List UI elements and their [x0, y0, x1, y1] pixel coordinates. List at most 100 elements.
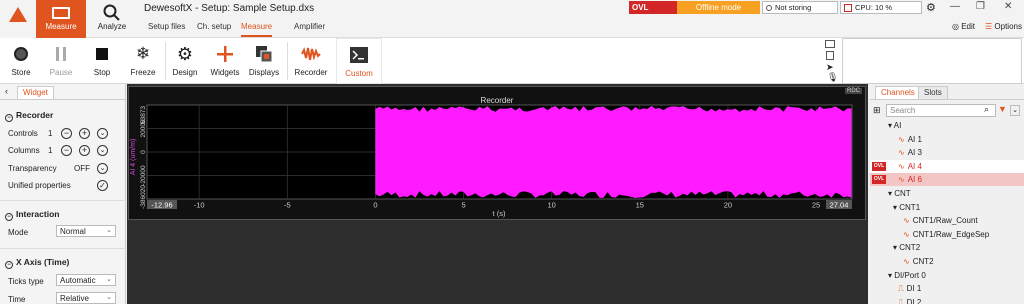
- chevron-down-icon: ⌄: [106, 227, 112, 234]
- widget-properties-panel: ‹ Widget − Recorder Controls 1 − + ⌄ Colu…: [0, 84, 126, 304]
- analyze-mode-button[interactable]: Analyze: [92, 0, 132, 38]
- plus-icon: [217, 46, 233, 62]
- recorder-plot[interactable]: 53873200000-20000-386020 -10 -5 0 5 10 15 20 25…: [129, 87, 867, 221]
- x-tick-label: 15: [636, 201, 644, 210]
- compass-icon: ◎: [952, 22, 959, 31]
- options-list-icon: ☰: [985, 22, 993, 31]
- waveform-icon: [301, 47, 321, 61]
- measure-mode-button[interactable]: Measure: [36, 0, 86, 38]
- tree-item-label: CNT: [894, 189, 911, 198]
- channel-item[interactable]: ⎍ DI 1: [870, 282, 1024, 295]
- analog-wave-icon: ∿: [898, 175, 905, 185]
- recorder-section-header[interactable]: − Recorder: [5, 110, 53, 122]
- transparency-dropdown-button[interactable]: ⌄: [97, 163, 108, 174]
- ovl-badge[interactable]: OVL: [629, 1, 677, 14]
- channel-search-input[interactable]: Search: [886, 104, 996, 117]
- analog-wave-icon: ∿: [903, 216, 910, 226]
- tree-item-label: AI 6: [907, 175, 922, 185]
- recorder-button[interactable]: Recorder: [290, 38, 332, 84]
- design-gear-icon: ⚙: [176, 44, 194, 64]
- tab-amplifier[interactable]: Amplifier: [294, 22, 325, 31]
- options-button[interactable]: ☰ Options: [985, 22, 1022, 31]
- displays-button[interactable]: Displays: [245, 38, 283, 84]
- offline-mode-badge[interactable]: Offline mode: [677, 1, 760, 14]
- transparency-value: OFF: [74, 164, 90, 173]
- controls-minus-button[interactable]: −: [61, 128, 72, 139]
- pause-icon: [56, 47, 66, 61]
- tree-item-label: CNT2: [912, 257, 934, 266]
- channel-item[interactable]: ∿ CNT1/Raw_EdgeSep: [870, 228, 1024, 241]
- design-button[interactable]: ⚙ Design: [167, 38, 203, 84]
- controls-dropdown-button[interactable]: ⌄: [97, 128, 108, 139]
- time-select[interactable]: Relative ⌄: [56, 292, 116, 304]
- tab-setup-files[interactable]: Setup files: [148, 22, 185, 31]
- channel-item[interactable]: OVL ∿ AI 6: [870, 173, 1024, 187]
- tab-channels[interactable]: Channels: [875, 86, 921, 99]
- unified-properties-label: Unified properties: [8, 181, 71, 190]
- tree-group[interactable]: ▾ AI: [870, 119, 1024, 132]
- transparency-label: Transparency: [8, 164, 57, 173]
- dewesoft-logo: [0, 0, 36, 38]
- custom-button[interactable]: Custom: [336, 38, 382, 84]
- widgets-button[interactable]: Widgets: [207, 38, 243, 84]
- tab-slots[interactable]: Slots: [918, 86, 948, 99]
- terminal-icon: [350, 47, 368, 63]
- filter-dropdown-icon[interactable]: ⌄: [1010, 105, 1020, 116]
- close-icon[interactable]: ✕: [1004, 1, 1012, 12]
- minimize-icon[interactable]: —: [950, 1, 960, 12]
- interaction-section-header[interactable]: − Interaction: [5, 209, 59, 221]
- collapse-icon: −: [5, 261, 13, 269]
- filter-icon[interactable]: ▼: [998, 104, 1007, 114]
- edit-button[interactable]: ◎ Edit: [952, 22, 975, 31]
- tree-expand-icon[interactable]: ⊞: [873, 105, 881, 116]
- channel-item[interactable]: ∿ AI 3: [870, 146, 1024, 159]
- ticks-type-select[interactable]: Automatic ⌄: [56, 274, 116, 286]
- gear-icon[interactable]: ⚙: [926, 1, 936, 14]
- maximize-icon[interactable]: ❐: [976, 1, 985, 12]
- tree-group[interactable]: ▾ CNT1: [870, 201, 1024, 214]
- tree-group[interactable]: ▾ DI/Port 0: [870, 269, 1024, 282]
- xaxis-section-header[interactable]: − X Axis (Time): [5, 257, 69, 269]
- channel-item[interactable]: OVL ∿ AI 4: [870, 159, 1024, 173]
- note-icon[interactable]: [826, 51, 834, 60]
- unified-properties-checkbox[interactable]: ✓: [97, 180, 108, 191]
- tab-widget[interactable]: Widget: [17, 86, 54, 99]
- displays-icon: [256, 46, 273, 63]
- tree-item-label: AI 3: [907, 148, 922, 158]
- tree-item-label: DI 2: [906, 297, 922, 304]
- mode-label: Mode: [8, 228, 29, 237]
- channel-item[interactable]: ∿ AI 1: [870, 133, 1024, 146]
- tab-ch-setup[interactable]: Ch. setup: [197, 22, 231, 31]
- recorder-widget[interactable]: Recorder RDC 53873 20000 0 -20000 -386020 -1…: [128, 86, 866, 220]
- channel-item[interactable]: ∿ CNT1/Raw_Count: [870, 214, 1024, 227]
- ovl-indicator: OVL: [872, 175, 886, 185]
- cpu-status: CPU: 10 %: [840, 1, 922, 14]
- keyboard-icon[interactable]: [825, 40, 835, 48]
- preview-area: [842, 38, 1022, 84]
- columns-minus-button[interactable]: −: [61, 145, 72, 156]
- collapse-icon: −: [5, 114, 13, 122]
- tab-measure[interactable]: Measure: [241, 22, 273, 37]
- controls-plus-button[interactable]: +: [79, 128, 90, 139]
- tree-item-label: CNT1: [899, 202, 921, 212]
- analog-wave-icon: ∿: [898, 134, 905, 144]
- analog-wave-icon: ∿: [898, 161, 905, 171]
- microphone-icon[interactable]: 🎙: [827, 72, 838, 83]
- freeze-button[interactable]: ❄ Freeze: [124, 38, 162, 84]
- collapse-panel-icon[interactable]: ‹: [5, 86, 8, 96]
- search-icon[interactable]: ⌕: [984, 104, 989, 115]
- tree-group[interactable]: ▾ CNT2: [870, 241, 1024, 254]
- stop-button[interactable]: Stop: [83, 38, 121, 84]
- store-button[interactable]: Store: [2, 38, 40, 84]
- columns-dropdown-button[interactable]: ⌄: [97, 145, 108, 156]
- digital-icon: ⎍: [898, 297, 904, 304]
- x-tick-label: 5: [461, 201, 465, 210]
- channel-item[interactable]: ⎍ DI 2: [870, 296, 1024, 304]
- columns-plus-button[interactable]: +: [79, 145, 90, 156]
- channel-item[interactable]: ∿ CNT2: [870, 255, 1024, 268]
- signal-area: [375, 106, 852, 198]
- mode-select[interactable]: Normal ⌄: [56, 225, 116, 237]
- analog-wave-icon: ∿: [903, 257, 910, 266]
- tree-group[interactable]: ▾ CNT: [870, 187, 1024, 200]
- pause-button[interactable]: Pause: [42, 38, 80, 84]
